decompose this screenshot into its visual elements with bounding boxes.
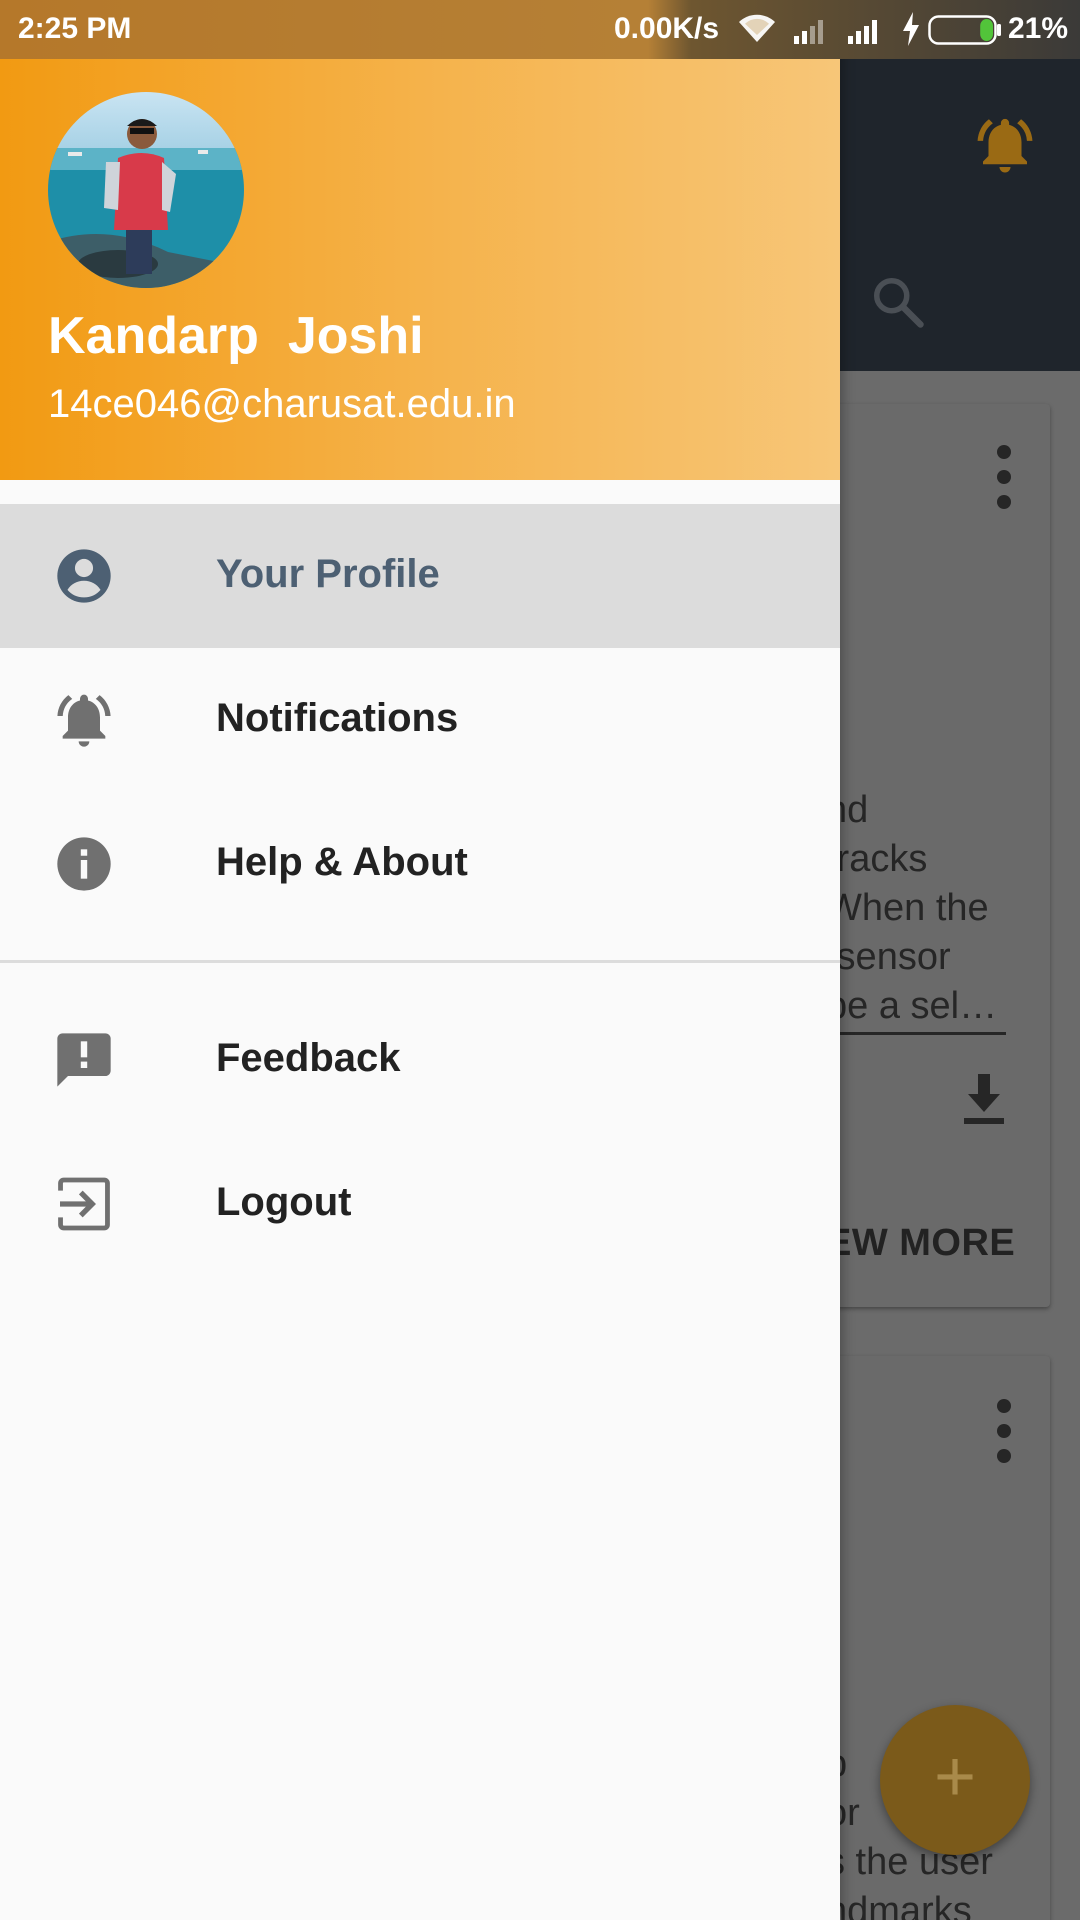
card-text-underline (826, 1032, 1006, 1035)
bell-ringing-icon (57, 694, 111, 747)
user-email: 14ce046@charusat.edu.in (48, 382, 516, 426)
info-icon (57, 837, 111, 891)
card-description-line: tracks (826, 838, 928, 880)
more-options-icon[interactable] (992, 442, 1016, 512)
card-description-line: When the (826, 887, 989, 929)
drawer-header: Kandarp Joshi 14ce046@charusat.edu.in (0, 0, 840, 480)
search-icon[interactable] (868, 272, 928, 332)
menu-item-your-profile[interactable]: Your Profile (0, 504, 840, 648)
account-circle-icon (57, 549, 111, 603)
menu-divider (0, 960, 840, 963)
card-description-line: ndmarks (826, 1890, 972, 1920)
menu-item-label: Your Profile (216, 552, 440, 596)
menu-item-label: Help & About (216, 840, 468, 884)
network-speed: 0.00K/s (614, 12, 720, 45)
download-icon[interactable] (960, 1074, 1008, 1126)
app-screen: nd tracks When the sensor pe a sel… EW M… (0, 0, 1080, 1920)
menu-item-notifications[interactable]: Notifications (0, 648, 840, 792)
user-name: Kandarp Joshi (48, 307, 424, 365)
more-options-icon[interactable] (992, 1396, 1016, 1466)
view-more-button[interactable]: EW MORE (826, 1222, 1015, 1265)
battery-icon (928, 15, 1001, 45)
charging-icon (903, 12, 919, 46)
navigation-drawer: Kandarp Joshi 14ce046@charusat.edu.in Yo… (0, 0, 840, 1920)
card-description-line: pe a sel… (826, 985, 998, 1027)
status-time: 2:25 PM (18, 12, 132, 45)
menu-item-label: Notifications (216, 696, 459, 740)
avatar[interactable] (48, 92, 244, 288)
card-description-line: sensor (826, 936, 951, 978)
signal-icon (794, 20, 823, 44)
exit-icon (58, 1177, 110, 1231)
signal-icon (848, 20, 877, 44)
menu-item-label: Logout (216, 1180, 352, 1224)
status-bar: 2:25 PM 0.00K/s 21% (0, 0, 1080, 59)
menu-item-label: Feedback (216, 1036, 401, 1080)
plus-icon: + (933, 1737, 977, 1818)
menu-item-logout[interactable]: Logout (0, 1132, 840, 1276)
feedback-icon (57, 1033, 111, 1087)
add-fab-button[interactable]: + (880, 1705, 1030, 1855)
battery-percent: 21% (1008, 12, 1069, 45)
menu-item-help-about[interactable]: Help & About (0, 792, 840, 936)
menu-item-feedback[interactable]: Feedback (0, 988, 840, 1132)
notifications-bell-icon[interactable] (972, 112, 1038, 178)
wifi-icon (739, 14, 775, 43)
